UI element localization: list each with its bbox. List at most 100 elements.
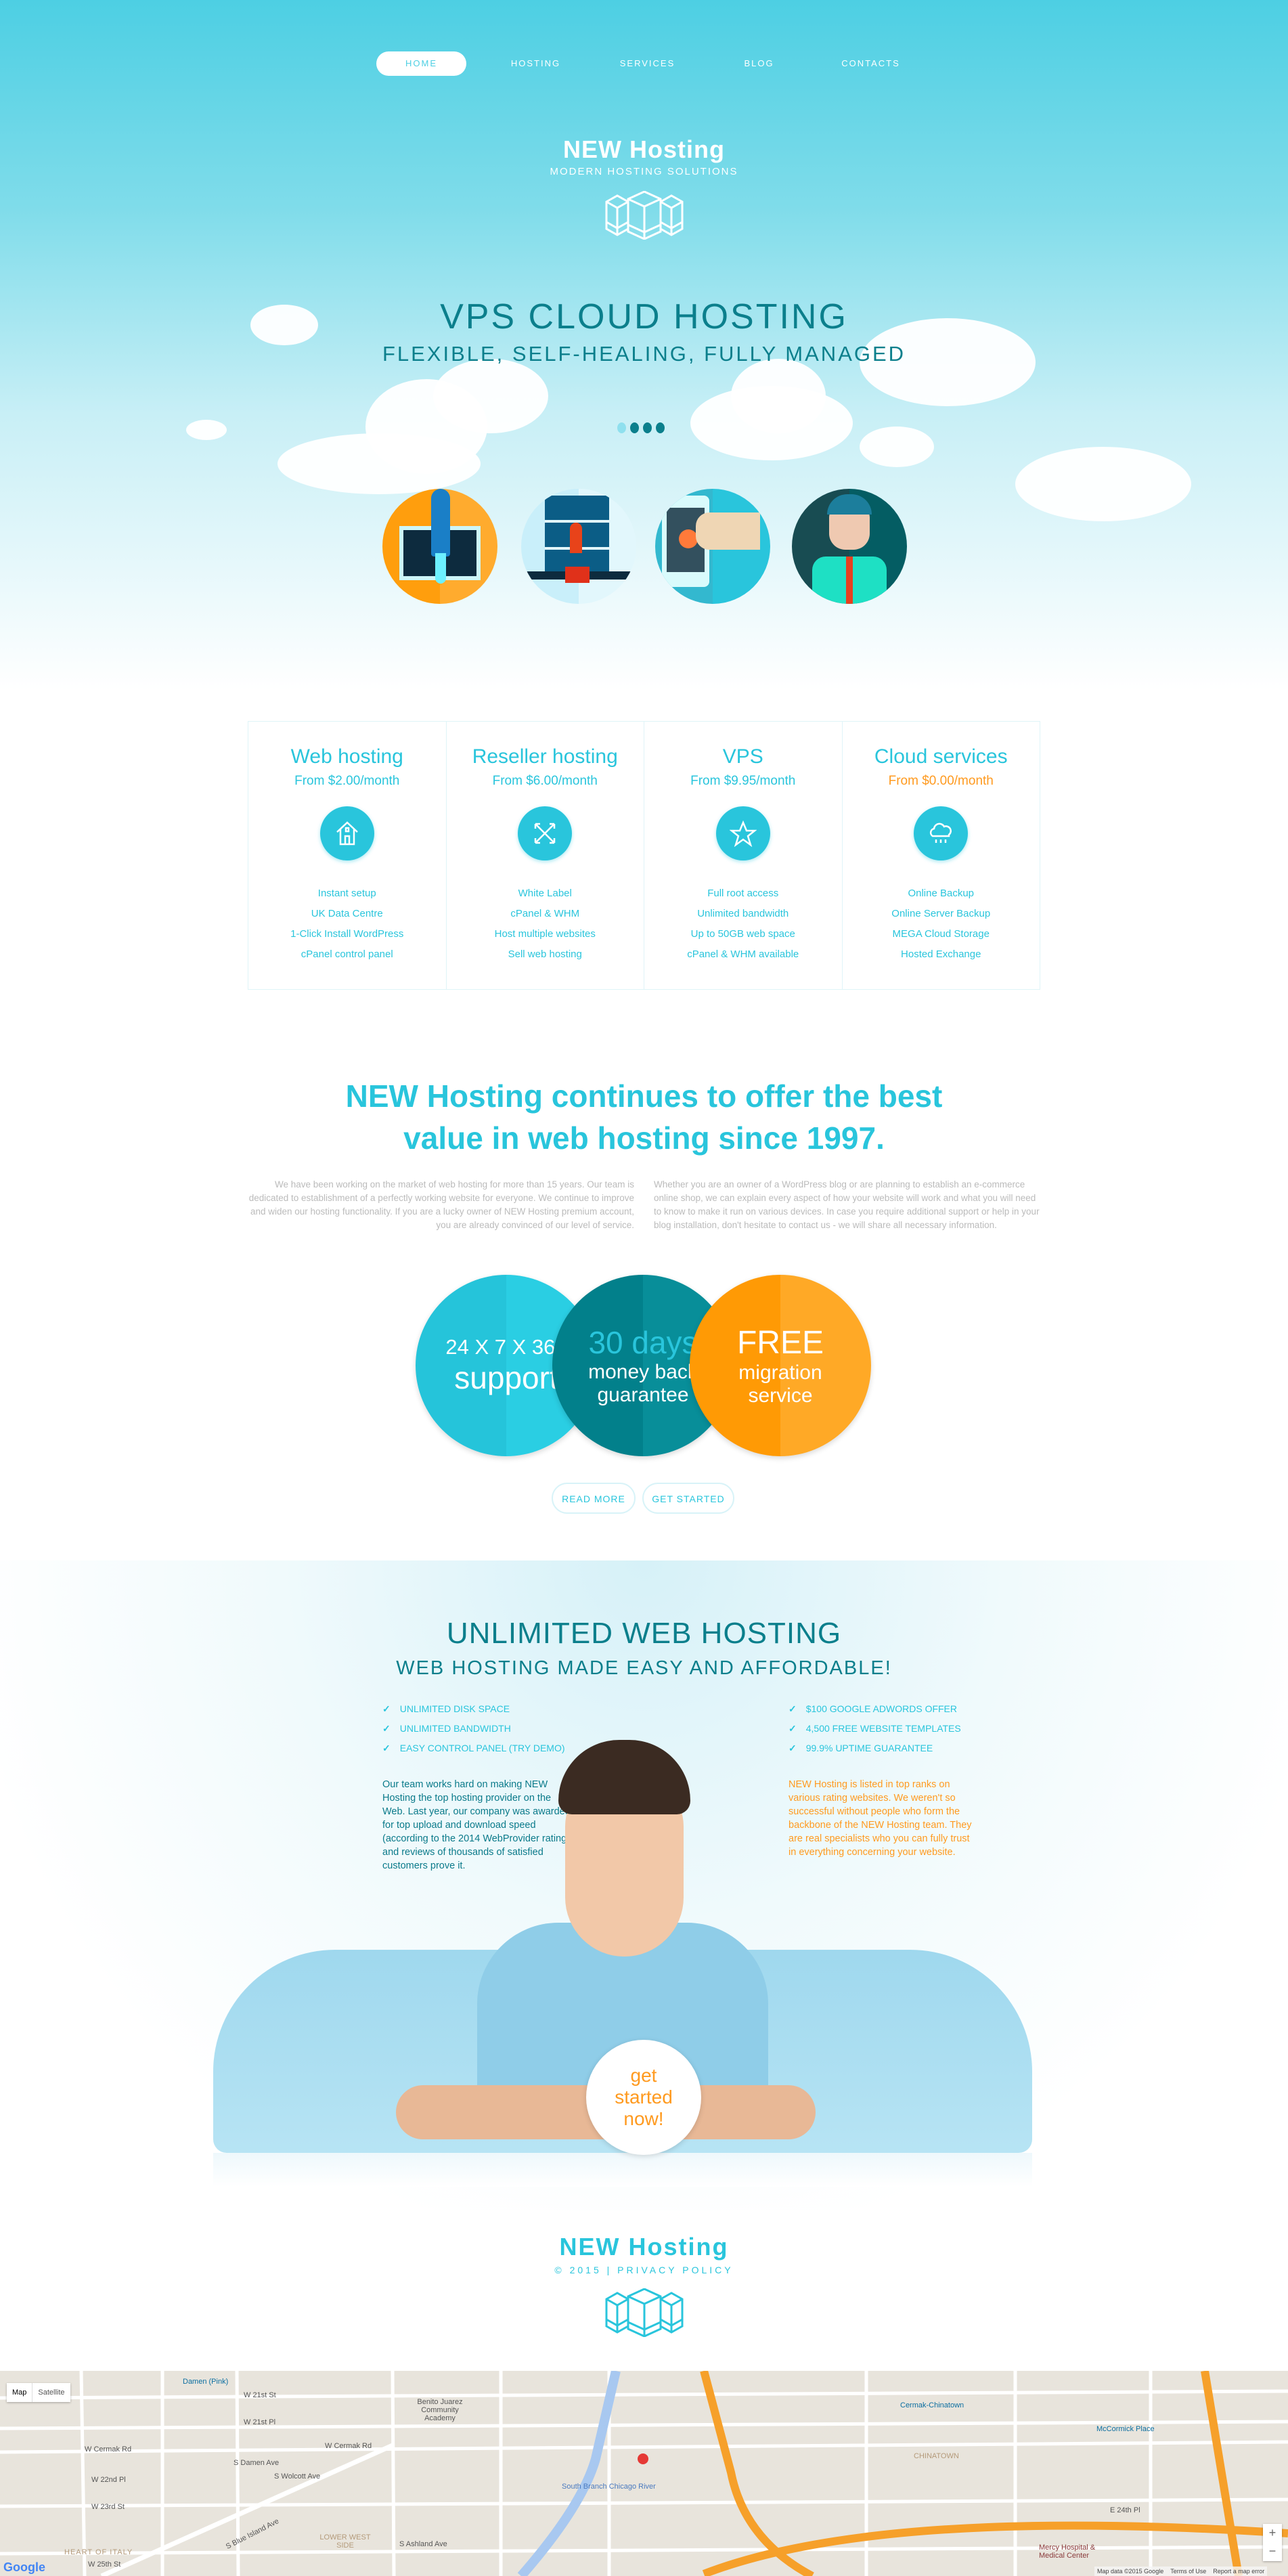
plan-feature: 1-Click Install WordPress [290, 928, 404, 940]
cta-text: get [630, 2065, 657, 2086]
slider-dots [617, 422, 665, 433]
map-label: S Wolcott Ave [274, 2472, 321, 2481]
cta-text: started [615, 2087, 673, 2108]
slider-dot[interactable] [643, 422, 652, 433]
circle-text: FREE [736, 1324, 824, 1361]
plan-cloud-services: Cloud services From $0.00/month Online B… [843, 722, 1040, 989]
pricing-table: Web hosting From $2.00/month Instant set… [248, 721, 1040, 990]
server-cubes-icon [605, 191, 684, 240]
plan-feature: MEGA Cloud Storage [892, 928, 990, 940]
plan-title[interactable]: Cloud services [843, 745, 1040, 768]
brand-tagline: MODERN HOSTING SOLUTIONS [550, 166, 738, 177]
map-label: Damen (Pink) [183, 2378, 229, 2386]
map-label: Mercy Hospital & Medical Center [1039, 2544, 1096, 2560]
slider-dot[interactable] [630, 422, 639, 433]
google-map[interactable]: Damen (Pink) W 21st St W 21st Pl W Cerma… [0, 2371, 1288, 2576]
nav-home[interactable]: HOME [376, 51, 466, 76]
footer-brand: NEW Hosting [559, 2233, 729, 2261]
map-zoom-control: + − [1263, 2524, 1282, 2561]
map-label: LOWER WEST SIDE [319, 2533, 371, 2550]
value-heading-line: value in web hosting since 1997. [403, 1120, 885, 1156]
plan-feature: Hosted Exchange [901, 948, 981, 960]
google-logo: Google [3, 2560, 45, 2574]
plan-feature: Online Server Backup [891, 908, 991, 919]
map-label: W 23rd St [91, 2503, 125, 2511]
migration-circle: FREE migration service [690, 1275, 871, 1456]
map-attribution: Map data ©2015 Google Terms of Use Repor… [1094, 2567, 1268, 2576]
cloud [1015, 447, 1191, 521]
map-label: Benito Juarez Community Academy [417, 2398, 463, 2422]
get-started-now-button[interactable]: get started now! [586, 2040, 701, 2155]
read-more-button[interactable]: READ MORE [552, 1483, 636, 1514]
check-icon: ✓ [789, 1703, 797, 1714]
plan-feature: Online Backup [908, 888, 975, 899]
unlimited-subtitle: WEB HOSTING MADE EASY AND AFFORDABLE! [396, 1657, 892, 1679]
plan-feature: White Label [518, 888, 572, 899]
about-paragraph-right: Whether you are an owner of a WordPress … [654, 1179, 1040, 1230]
map-type-map[interactable]: Map [7, 2383, 32, 2402]
plan-feature: cPanel control panel [301, 948, 393, 960]
arrows-expand-icon [518, 806, 573, 860]
plan-title[interactable]: VPS [644, 745, 842, 768]
cloud [433, 359, 548, 433]
cloud [860, 427, 934, 467]
map-label: E 24th Pl [1110, 2506, 1140, 2514]
mobile-touch-icon [655, 489, 770, 604]
plan-reseller-hosting: Reseller hosting From $6.00/month White … [447, 722, 644, 989]
plan-price: From $2.00/month [294, 774, 400, 788]
plan-feature: Instant setup [317, 888, 376, 899]
report-error-link[interactable]: Report a map error [1213, 2567, 1264, 2576]
privacy-policy-link[interactable]: PRIVACY POLICY [617, 2265, 733, 2275]
unlimited-title: UNLIMITED WEB HOSTING [446, 1617, 842, 1650]
plan-vps: VPS From $9.95/month Full root access Unl… [644, 722, 843, 989]
plan-title[interactable]: Web hosting [248, 745, 446, 768]
plan-price: From $0.00/month [888, 774, 994, 788]
plan-feature: Up to 50GB web space [690, 928, 795, 940]
map-type-control: Map Satellite [7, 2383, 70, 2402]
nav-hosting[interactable]: HOSTING [480, 51, 592, 76]
slider-dot[interactable] [617, 422, 626, 433]
plan-feature: Full root access [707, 888, 779, 899]
check-icon: ✓ [382, 1703, 391, 1714]
main-nav: HOME HOSTING SERVICES BLOG CONTACTS [376, 51, 927, 76]
feature-item: ✓ $100 GOOGLE ADWORDS OFFER [789, 1703, 958, 1714]
cloud-rain-icon [914, 806, 969, 860]
check-icon: ✓ [382, 1723, 391, 1734]
map-label: W 25th St [88, 2560, 121, 2569]
brand-name[interactable]: NEW Hosting [0, 135, 1288, 164]
nav-services[interactable]: SERVICES [592, 51, 703, 76]
circle-text: migration [738, 1361, 822, 1384]
plan-feature: cPanel & WHM [510, 908, 580, 919]
zoom-in-button[interactable]: + [1263, 2524, 1282, 2542]
map-label: HEART OF ITALY [64, 2548, 133, 2556]
hero-subtitle: FLEXIBLE, SELF-HEALING, FULLY MANAGED [382, 342, 906, 366]
rocket-launch-icon [382, 489, 497, 604]
hero-title: VPS CLOUD HOSTING [440, 297, 848, 336]
server-lock-icon [521, 489, 636, 604]
map-label: W Cermak Rd [85, 2445, 132, 2453]
value-heading-line: NEW Hosting continues to offer the best [345, 1078, 943, 1114]
plan-price: From $6.00/month [492, 774, 598, 788]
map-label: S Ashland Ave [399, 2540, 447, 2548]
plan-feature: Host multiple websites [494, 928, 596, 940]
nav-contacts[interactable]: CONTACTS [815, 51, 927, 76]
zoom-out-button[interactable]: − [1263, 2542, 1282, 2560]
map-label: Cermak-Chinatown [900, 2401, 964, 2409]
support-agent-icon [792, 489, 907, 604]
map-label: South Branch Chicago River [562, 2483, 656, 2491]
get-started-button[interactable]: GET STARTED [642, 1483, 734, 1514]
map-label: S Damen Ave [234, 2459, 280, 2467]
plan-feature: UK Data Centre [311, 908, 383, 919]
map-label: McCormick Place [1096, 2425, 1155, 2433]
map-type-satellite[interactable]: Satellite [32, 2383, 70, 2402]
plan-title[interactable]: Reseller hosting [447, 745, 644, 768]
about-paragraph-left: We have been working on the market of we… [248, 1179, 634, 1230]
copyright-text: © 2015 | [554, 2265, 618, 2275]
slider-dot[interactable] [656, 422, 665, 433]
plan-feature: cPanel & WHM available [687, 948, 799, 960]
check-icon: ✓ [789, 1723, 797, 1734]
nav-blog[interactable]: BLOG [703, 51, 815, 76]
map-label: W Cermak Rd [325, 2442, 372, 2450]
plan-feature: Unlimited bandwidth [697, 908, 789, 919]
terms-link[interactable]: Terms of Use [1170, 2567, 1206, 2576]
